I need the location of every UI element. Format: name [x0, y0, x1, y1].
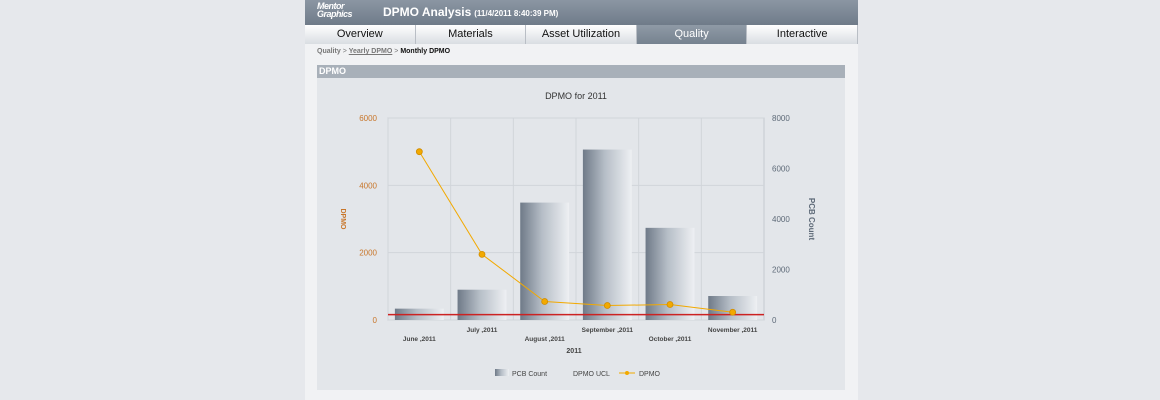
left-axis-tick-label: 2000 — [359, 249, 377, 258]
left-axis-title: DPMO — [339, 209, 346, 231]
bar-pcb-count — [582, 149, 632, 320]
tab-bar: Overview Materials Asset Utilization Qua… — [305, 25, 858, 44]
dpmo-point — [603, 302, 611, 309]
tab-quality[interactable]: Quality — [636, 25, 748, 44]
dpmo-point — [415, 148, 423, 156]
logo-line-2: Graphics — [317, 9, 353, 19]
x-axis-tick-label: June ,2011 — [403, 336, 436, 343]
app-window: Mentor Graphics DPMO Analysis (11/4/2011 … — [305, 0, 858, 400]
bar-pcb-count — [457, 289, 507, 320]
breadcrumb-link-yearly-dpmo[interactable]: Yearly DPMO — [349, 48, 393, 55]
x-axis-tick-label: October ,2011 — [649, 336, 692, 343]
right-axis-ticks: 0 2000 4000 6000 8000 — [772, 114, 790, 325]
page-title: DPMO Analysis (11/4/2011 8:40:39 PM) — [383, 5, 558, 19]
left-axis-ticks: 0 2000 4000 6000 — [359, 114, 377, 325]
chart-legend: PCB Count DPMO UCL DPMO — [495, 369, 661, 378]
dpmo-point — [729, 308, 737, 316]
right-axis-tick-label: 0 — [772, 316, 777, 325]
legend-label-dpmo-ucl: DPMO UCL — [573, 371, 610, 378]
chart-panel: DPMO for 2011 0 2000 4000 6000 0 2000 4000 600… — [317, 78, 845, 390]
tab-interactive[interactable]: Interactive — [747, 25, 858, 44]
bar-pcb-count — [708, 296, 758, 320]
left-axis-tick-label: 0 — [373, 316, 378, 325]
company-logo: Mentor Graphics — [317, 2, 365, 22]
chart-title: DPMO for 2011 — [545, 91, 607, 101]
x-axis-tick-label: August ,2011 — [525, 336, 565, 343]
legend-swatch-pcb-count — [495, 369, 509, 376]
dpmo-point — [478, 250, 486, 258]
chart-grid — [387, 117, 765, 321]
tab-asset-utilization[interactable]: Asset Utilization — [526, 25, 637, 44]
right-axis-tick-label: 8000 — [772, 114, 790, 123]
x-axis-title: 2011 — [566, 348, 581, 355]
left-axis-tick-label: 6000 — [359, 114, 377, 123]
right-axis-title: PCB Count — [807, 198, 816, 241]
left-axis-tick-label: 4000 — [359, 181, 377, 190]
dpmo-point — [666, 301, 674, 308]
breadcrumb-root: Quality — [317, 48, 341, 55]
dpmo-point — [541, 298, 549, 305]
x-axis-tick-label: November ,2011 — [708, 327, 758, 334]
dpmo-chart: DPMO for 2011 0 2000 4000 6000 0 2000 4000 600… — [339, 91, 816, 378]
breadcrumb-separator: > — [394, 48, 399, 55]
right-axis-tick-label: 6000 — [772, 165, 790, 174]
breadcrumb: Quality > Yearly DPMO > Monthly DPMO — [317, 48, 450, 55]
section-header: DPMO — [317, 65, 845, 78]
top-bar: Mentor Graphics DPMO Analysis (11/4/2011 … — [305, 0, 858, 25]
x-axis-ticks: June ,2011 July ,2011 August ,2011 Septembe… — [403, 327, 758, 343]
legend-label-dpmo: DPMO — [639, 371, 661, 378]
legend-marker-dpmo — [625, 371, 629, 375]
tab-materials[interactable]: Materials — [415, 25, 527, 44]
legend-label-pcb-count: PCB Count — [512, 371, 547, 378]
breadcrumb-current: Monthly DPMO — [400, 48, 451, 55]
tab-overview[interactable]: Overview — [305, 25, 416, 44]
right-axis-tick-label: 4000 — [772, 215, 790, 224]
breadcrumb-separator: > — [342, 48, 347, 55]
title-text: DPMO Analysis — [383, 5, 472, 19]
report-timestamp: (11/4/2011 8:40:39 PM) — [474, 9, 559, 18]
x-axis-tick-label: September ,2011 — [582, 327, 634, 334]
right-axis-tick-label: 2000 — [772, 266, 790, 275]
x-axis-tick-label: July ,2011 — [467, 327, 498, 334]
